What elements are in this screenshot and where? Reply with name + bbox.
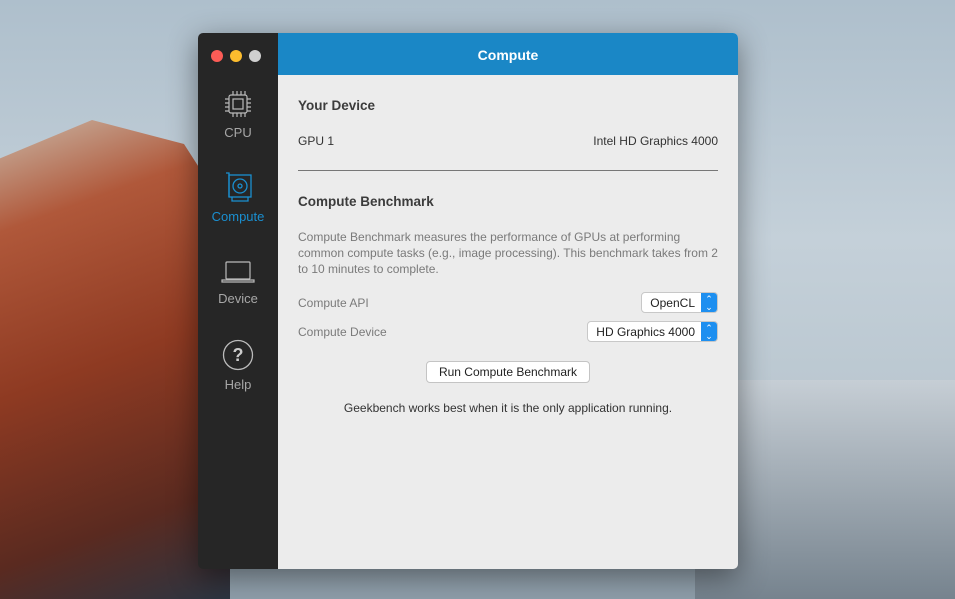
sidebar-item-label: Device [218, 291, 258, 306]
sidebar-item-help[interactable]: ? Help [198, 339, 278, 392]
compute-device-select[interactable]: HD Graphics 4000 ⌃ ⌄ [587, 321, 718, 342]
main-panel: Compute Your Device GPU 1 Intel HD Graph… [278, 33, 738, 569]
divider [298, 170, 718, 171]
compute-api-value: OpenCL [650, 295, 695, 310]
compute-device-value: HD Graphics 4000 [596, 324, 695, 339]
desktop-wallpaper [0, 120, 230, 599]
sidebar-item-compute[interactable]: Compute [198, 171, 278, 224]
app-window: CPU Compute Device ? Help Compute Your D… [198, 33, 738, 569]
question-icon: ? [222, 339, 254, 371]
close-button[interactable] [211, 50, 223, 62]
gpu-value: Intel HD Graphics 4000 [593, 134, 718, 148]
sidebar: CPU Compute Device ? Help [198, 33, 278, 569]
compute-device-label: Compute Device [298, 324, 387, 339]
chevron-updown-icon: ⌃ ⌄ [701, 322, 717, 341]
run-compute-benchmark-button[interactable]: Run Compute Benchmark [425, 361, 591, 383]
sidebar-item-label: Help [224, 377, 252, 392]
sidebar-item-label: Compute [211, 209, 265, 224]
benchmark-description: Compute Benchmark measures the performan… [298, 230, 718, 276]
compute-api-select[interactable]: OpenCL ⌃ ⌄ [641, 292, 718, 313]
benchmark-note: Geekbench works best when it is the only… [343, 401, 673, 415]
cpu-icon [225, 91, 251, 117]
sidebar-item-device[interactable]: Device [198, 259, 278, 306]
zoom-button[interactable] [249, 50, 261, 62]
chevron-updown-icon: ⌃ ⌄ [701, 293, 717, 312]
gpu-icon [226, 172, 252, 202]
minimize-button[interactable] [230, 50, 242, 62]
compute-api-label: Compute API [298, 295, 369, 310]
sidebar-item-cpu[interactable]: CPU [198, 89, 278, 140]
gpu-label: GPU 1 [298, 134, 335, 148]
laptop-icon [221, 261, 255, 283]
svg-text:?: ? [233, 345, 244, 365]
your-device-heading: Your Device [298, 98, 376, 113]
sidebar-item-label: CPU [224, 125, 252, 140]
window-title: Compute [278, 33, 738, 75]
compute-benchmark-heading: Compute Benchmark [298, 194, 434, 209]
